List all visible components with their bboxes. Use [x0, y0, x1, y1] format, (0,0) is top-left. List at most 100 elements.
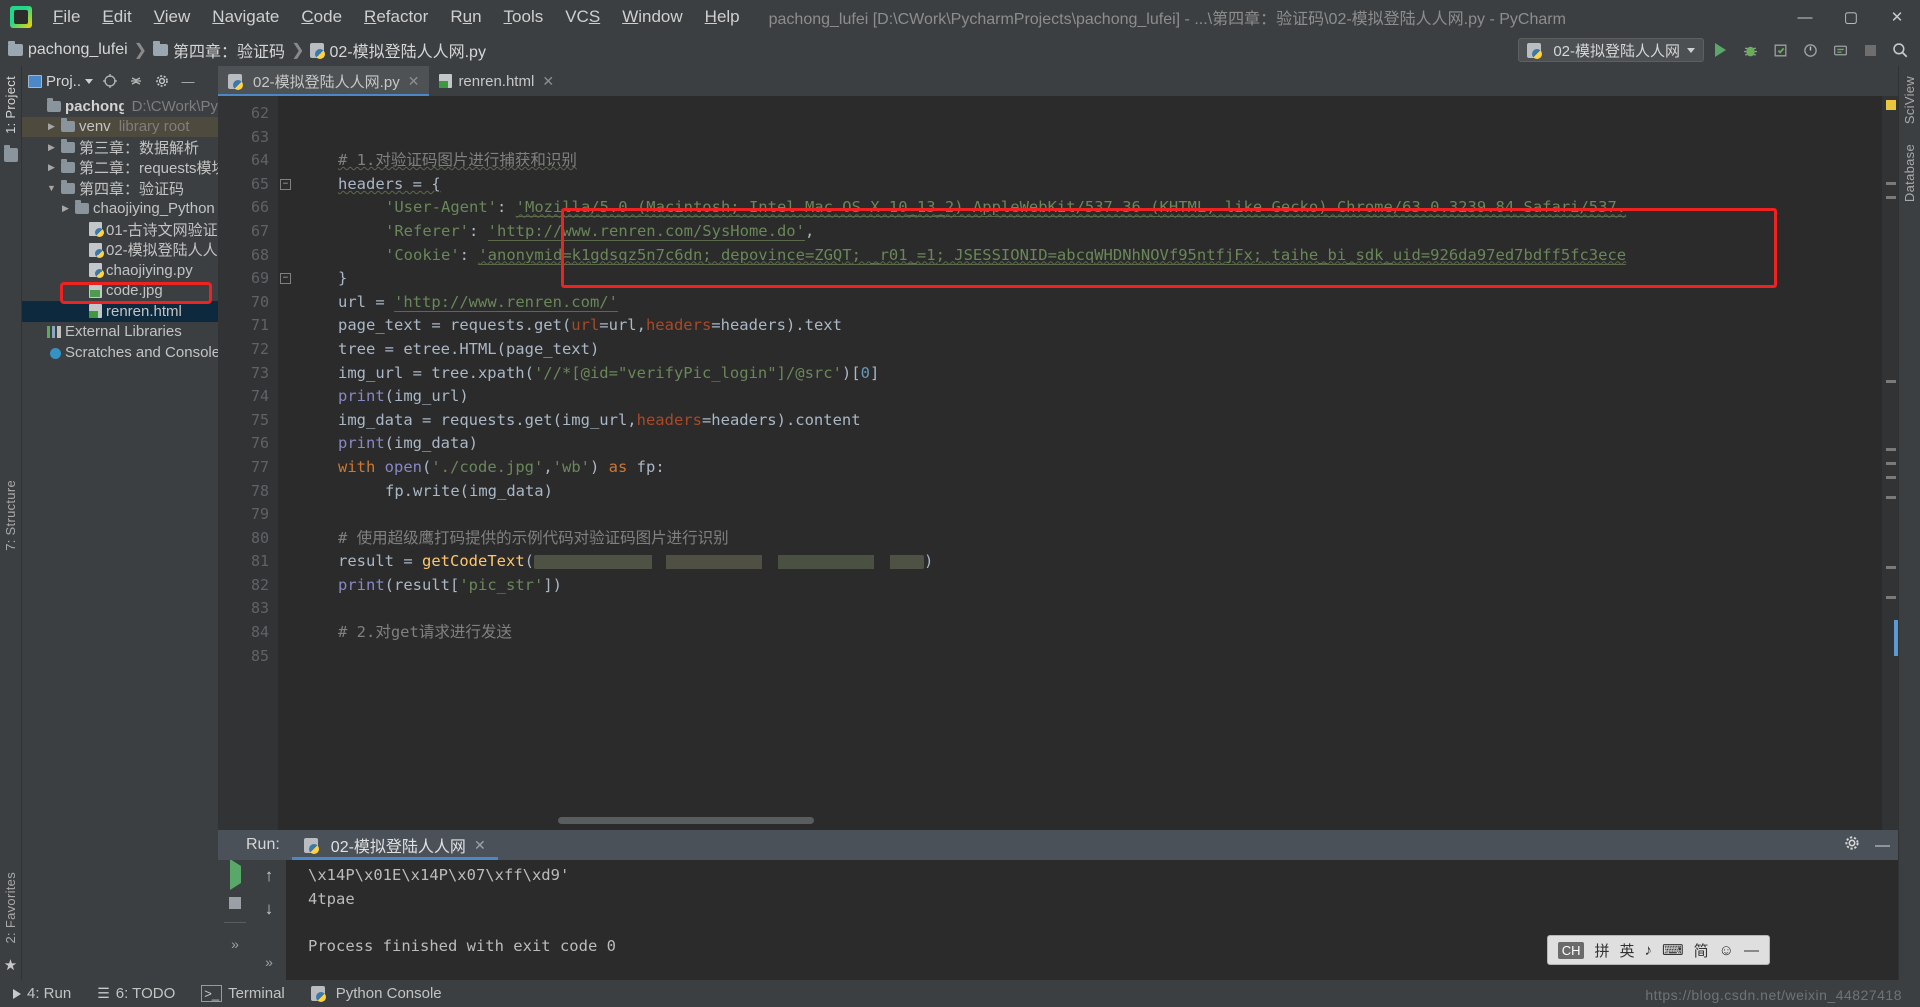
editor-area[interactable]: 62 63 64 65−66 67 68 69−70 71 72 73 74 75 76 77 78 79 80… — [218, 96, 1898, 830]
project-tree[interactable]: pachong_lufei D:\CWork\Py ▶ venv library roo… — [22, 96, 218, 980]
ime-language-bar[interactable]: CH 拼 英 ♪ ⌨ 简 ☺ — — [1546, 935, 1770, 965]
run-button[interactable] — [1706, 37, 1734, 63]
tree-item-subtitle: library root — [118, 118, 190, 136]
close-icon[interactable]: ✕ — [408, 73, 420, 90]
close-button[interactable]: ✕ — [1874, 0, 1920, 34]
expand-arrow-icon[interactable]: ▶ — [46, 142, 57, 153]
change-marker — [1886, 476, 1896, 479]
status-item-run[interactable]: 4: Run — [0, 980, 84, 1007]
warning-marker[interactable] — [1886, 100, 1896, 110]
expand-arrow-icon[interactable]: ▼ — [46, 183, 57, 193]
run-session-tab[interactable]: 02-模拟登陆人人网 ✕ — [291, 830, 498, 860]
line-number: 65− — [218, 173, 291, 197]
hide-panel-icon[interactable]: — — [179, 72, 197, 90]
maximize-button[interactable]: ▢ — [1828, 0, 1874, 34]
sidebar-tab-structure[interactable]: 7: Structure — [3, 476, 18, 555]
menu-navigate[interactable]: Navigate — [201, 3, 290, 31]
run-coverage-button[interactable] — [1766, 37, 1794, 63]
breadcrumb-item-chapter[interactable]: 第四章：验证码 — [173, 38, 285, 62]
tree-item-[interactable]: ▶ 第三章：数据解析 — [22, 137, 218, 158]
gear-icon[interactable] — [1843, 834, 1861, 857]
tree-item-chaojiying_python[interactable]: ▶ chaojiying_Python — [22, 199, 218, 220]
line-number: 67 — [250, 221, 269, 240]
ime-pinyin-icon[interactable]: 拼 — [1594, 940, 1609, 961]
menu-help[interactable]: Help — [694, 3, 751, 31]
menu-tools[interactable]: Tools — [493, 3, 555, 31]
gear-icon[interactable] — [153, 72, 171, 90]
expand-more-left[interactable]: » — [231, 936, 239, 952]
tree-item-label: renren.html — [106, 302, 182, 320]
run-configuration-selector[interactable]: 02-模拟登陆人人网 — [1518, 38, 1704, 62]
folder-icon — [61, 118, 75, 133]
ime-keyboard-icon[interactable]: ⌨ — [1662, 941, 1684, 959]
python-file-icon — [89, 242, 104, 258]
change-marker — [1886, 448, 1896, 451]
status-item-python-console[interactable]: Python Console — [298, 980, 455, 1007]
line-number: 72 — [250, 339, 269, 358]
status-item-terminal[interactable]: >_ Terminal — [188, 980, 298, 1007]
menu-run[interactable]: Run — [439, 3, 492, 31]
menu-refactor[interactable]: Refactor — [353, 3, 439, 31]
rerun-button[interactable] — [229, 859, 241, 890]
tree-item-[interactable]: ▼ 第四章：验证码 — [22, 178, 218, 199]
breadcrumb-item-project[interactable]: pachong_lufei — [28, 41, 128, 59]
search-icon[interactable] — [1886, 37, 1914, 63]
editor-tab-html[interactable]: renren.html ✕ — [429, 66, 564, 96]
tree-item-pachong_lufei[interactable]: pachong_lufei D:\CWork\Py — [22, 96, 218, 117]
ime-emoji-icon[interactable]: ☺ — [1719, 942, 1734, 959]
tree-item-chaojiyingpy[interactable]: chaojiying.py — [22, 260, 218, 281]
menu-file[interactable]: File — [42, 3, 91, 31]
scroll-thumb[interactable] — [1894, 620, 1898, 656]
collapse-all-icon[interactable] — [127, 72, 145, 90]
stop-button[interactable] — [229, 897, 241, 909]
tree-item-scratchesandconsoles[interactable]: Scratches and Consoles — [22, 342, 218, 363]
menu-code[interactable]: Code — [290, 3, 353, 31]
close-icon[interactable]: ✕ — [542, 73, 554, 90]
image-file-icon — [89, 283, 102, 298]
expand-arrow-icon[interactable]: ▶ — [60, 203, 71, 214]
editor-tab-python[interactable]: 02-模拟登陆人人网.py ✕ — [218, 66, 430, 96]
close-icon[interactable]: ✕ — [474, 837, 486, 854]
status-item-todo[interactable]: ☰ 6: TODO — [84, 980, 188, 1007]
menu-edit[interactable]: Edit — [91, 3, 142, 31]
tree-item-01[interactable]: 01-古诗文网验证码识别 — [22, 219, 218, 240]
breadcrumb-item-file[interactable]: 02-模拟登陆人人网.py — [329, 38, 485, 62]
target-icon[interactable] — [101, 72, 119, 90]
menu-window[interactable]: Window — [611, 3, 693, 31]
attach-process-button[interactable] — [1826, 37, 1854, 63]
profile-button[interactable] — [1796, 37, 1824, 63]
ime-collapse-icon[interactable]: — — [1744, 942, 1759, 959]
tree-item-02py[interactable]: 02-模拟登陆人人网.py — [22, 240, 218, 261]
hide-panel-icon[interactable]: — — [1875, 837, 1890, 854]
sidebar-tab-database[interactable]: Database — [1902, 140, 1917, 206]
menu-view[interactable]: View — [143, 3, 202, 31]
debug-button[interactable] — [1736, 37, 1764, 63]
scroll-down-button[interactable]: ↓ — [265, 899, 274, 919]
sidebar-tab-favorites[interactable]: 2: Favorites — [3, 868, 18, 948]
expand-more-right[interactable]: » — [265, 954, 273, 970]
ime-tone-icon[interactable]: ♪ — [1645, 942, 1653, 959]
tree-item-renrenhtml[interactable]: renren.html — [22, 301, 218, 322]
ime-simplified-icon[interactable]: 简 — [1694, 940, 1709, 961]
project-panel-title[interactable]: Proj.. — [28, 73, 94, 90]
code-content[interactable]: # 1.对验证码图片进行捕获和识别 headers = { 'User-Agen… — [278, 96, 1882, 830]
scroll-up-button[interactable]: ↑ — [265, 866, 274, 886]
tree-item-requests[interactable]: ▶ 第二章：requests模块基础 — [22, 158, 218, 179]
minimize-button[interactable]: — — [1782, 0, 1828, 34]
editor-right-gutter[interactable] — [1882, 96, 1898, 830]
tree-item-codejpg[interactable]: code.jpg — [22, 281, 218, 302]
code-text: } — [338, 269, 348, 288]
sidebar-tab-project[interactable]: 1: Project — [3, 72, 18, 138]
ime-lang-badge[interactable]: CH — [1557, 941, 1585, 959]
menu-vcs[interactable]: VCS — [554, 3, 611, 31]
expand-arrow-icon[interactable]: ▶ — [46, 121, 57, 132]
line-number: 74 — [250, 387, 269, 406]
horizontal-scrollbar[interactable] — [558, 817, 814, 824]
folder-icon — [75, 200, 89, 215]
ime-english-icon[interactable]: 英 — [1619, 940, 1634, 961]
expand-arrow-icon[interactable]: ▶ — [46, 162, 57, 173]
tree-item-externallibraries[interactable]: External Libraries — [22, 322, 218, 343]
sidebar-tab-sciview[interactable]: SciView — [1902, 72, 1917, 128]
tree-item-venv[interactable]: ▶ venv library root — [22, 116, 218, 137]
project-panel-header: Proj.. — — [22, 66, 218, 96]
